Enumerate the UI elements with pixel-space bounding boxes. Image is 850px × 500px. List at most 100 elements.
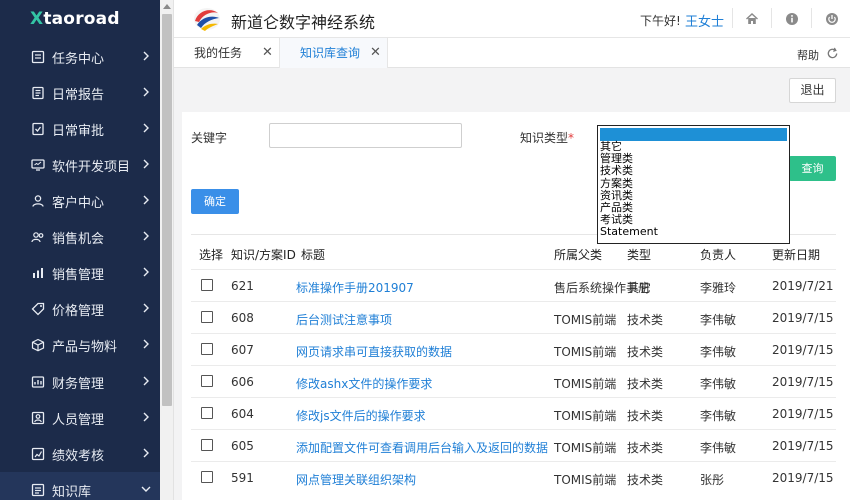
row-checkbox[interactable] [201,375,213,387]
sidebar-item-label: 绩效考核 [52,448,105,464]
help-link[interactable]: 帮助 [797,47,819,63]
cell-date: 2019/7/15 [772,439,834,453]
tab-knowledge-query[interactable]: 知识库查询 ✕ [280,38,388,68]
dropdown-option[interactable]: 技术类 [598,165,789,177]
scroll-up-arrow-icon[interactable] [163,4,171,9]
sidebar-item-sales-management[interactable]: 销售管理 [0,255,160,291]
dropdown-selected-empty-option[interactable] [600,128,787,141]
cell-date: 2019/7/15 [772,375,834,389]
sidebar-item-customer-center[interactable]: 客户中心 [0,183,160,219]
cell-owner: 李伟敏 [700,313,737,327]
dropdown-option[interactable]: Statement [598,226,789,238]
table-row: 604 修改js文件后的操作要求 TOMIS前端 技术类 李伟敏 2019/7/… [191,397,836,429]
cell-type: 技术类 [627,345,664,359]
row-checkbox[interactable] [201,279,213,291]
chevron-right-icon [143,303,149,313]
cell-owner: 李伟敏 [700,345,737,359]
cell-title-link[interactable]: 修改ashx文件的操作要求 [296,375,432,392]
price-tag-icon [31,302,45,316]
table-row: 608 后台测试注意事项 TOMIS前端 技术类 李伟敏 2019/7/15 [191,301,836,333]
sidebar-item-label: 客户中心 [52,195,105,211]
sales-chart-icon [31,266,45,280]
table-row: 607 网页请求串可直接获取的数据 TOMIS前端 技术类 李伟敏 2019/7… [191,333,836,365]
query-button[interactable]: 查询 [789,156,836,181]
cell-title-link[interactable]: 网点管理关联组织架构 [296,471,416,488]
cell-title-link[interactable]: 网页请求串可直接获取的数据 [296,343,452,360]
required-mark: * [568,131,575,145]
sidebar-item-label: 价格管理 [52,303,105,319]
sidebar-item-label: 日常报告 [52,87,105,103]
row-checkbox[interactable] [201,343,213,355]
user-name-link[interactable]: 王女士 [685,11,724,30]
system-logo-icon [194,8,220,31]
scrollbar-thumb[interactable] [162,14,172,406]
sidebar-item-personnel[interactable]: 人员管理 [0,400,160,436]
close-icon[interactable]: ✕ [262,38,273,68]
cell-title-link[interactable]: 标准操作手册201907 [296,279,414,296]
cell-title-link[interactable]: 添加配置文件可查看调用后台输入及返回的数据 [296,439,548,456]
sidebar-item-label: 人员管理 [52,412,105,428]
row-checkbox[interactable] [201,439,213,451]
table-row: 605 添加配置文件可查看调用后台输入及返回的数据 TOMIS前端 技术类 李伟… [191,429,836,461]
system-title: 新道仑数字神经系统 [231,13,376,32]
cell-title-link[interactable]: 修改js文件后的操作要求 [296,407,426,424]
sidebar-item-finance[interactable]: 财务管理 [0,364,160,400]
cell-id: 591 [231,471,254,485]
cell-parent: TOMIS前端 [554,409,617,423]
knowledge-type-label: 知识类型* [520,129,574,146]
cell-parent: TOMIS前端 [554,473,617,487]
cell-id: 607 [231,343,254,357]
cell-type: 其它 [627,281,652,295]
sidebar-item-knowledge-base[interactable]: 知识库 [0,472,160,500]
row-checkbox[interactable] [201,407,213,419]
close-icon[interactable]: ✕ [370,38,381,68]
sidebar-scrollbar[interactable] [160,0,174,500]
chevron-right-icon [143,267,149,277]
sidebar-item-products[interactable]: 产品与物料 [0,327,160,363]
column-header-select: 选择 [199,248,224,262]
knowledge-type-dropdown[interactable]: 其它 管理类 技术类 方案类 资讯类 产品类 考试类 Statement [597,125,790,244]
power-icon[interactable] [825,12,839,26]
chevron-right-icon [143,339,149,349]
sidebar: Xtaoroad 任务中心 日常报告 日常审批 软件开发项目 客户中心 销售机会… [0,0,160,500]
chevron-down-icon [141,486,151,492]
row-checkbox[interactable] [201,311,213,323]
confirm-button[interactable]: 确定 [191,189,239,214]
dropdown-option[interactable]: 方案类 [598,177,789,190]
sidebar-item-task-center[interactable]: 任务中心 [0,39,160,75]
sidebar-item-daily-approval[interactable]: 日常审批 [0,111,160,147]
cell-date: 2019/7/21 [772,279,834,293]
cell-title-link[interactable]: 后台测试注意事项 [296,311,392,328]
info-icon[interactable] [785,12,799,26]
row-checkbox[interactable] [201,471,213,483]
chevron-right-icon [143,376,149,386]
tab-bar: 我的任务 ✕ 知识库查询 ✕ 帮助 [174,38,850,68]
chevron-right-icon [143,159,149,169]
home-icon[interactable] [745,12,759,26]
chevron-right-icon [143,123,149,133]
cell-id: 605 [231,439,254,453]
cell-date: 2019/7/15 [772,407,834,421]
cell-date: 2019/7/15 [772,343,834,357]
chevron-right-icon [143,195,149,205]
cell-owner: 李雅玲 [700,281,737,295]
cell-type: 技术类 [627,473,664,487]
column-header-date: 更新日期 [772,248,821,262]
sidebar-item-label: 日常审批 [52,123,105,139]
sidebar-item-performance[interactable]: 绩效考核 [0,436,160,472]
sidebar-item-sales-opportunity[interactable]: 销售机会 [0,219,160,255]
keyword-input[interactable] [269,123,462,148]
table-row: 606 修改ashx文件的操作要求 TOMIS前端 技术类 李伟敏 2019/7… [191,365,836,397]
header-divider [732,8,733,28]
exit-button[interactable]: 退出 [789,78,836,103]
cell-id: 608 [231,311,254,325]
sidebar-item-price-management[interactable]: 价格管理 [0,291,160,327]
refresh-icon[interactable] [826,47,839,60]
sidebar-item-software-project[interactable]: 软件开发项目 [0,147,160,183]
tab-my-tasks[interactable]: 我的任务 ✕ [174,38,280,68]
sidebar-item-label: 知识库 [52,484,92,500]
sidebar-item-daily-report[interactable]: 日常报告 [0,75,160,111]
opportunity-icon [31,230,45,244]
cell-date: 2019/7/15 [772,471,834,485]
table-row: 591 网点管理关联组织架构 TOMIS前端 技术类 张彤 2019/7/15 [191,461,836,493]
